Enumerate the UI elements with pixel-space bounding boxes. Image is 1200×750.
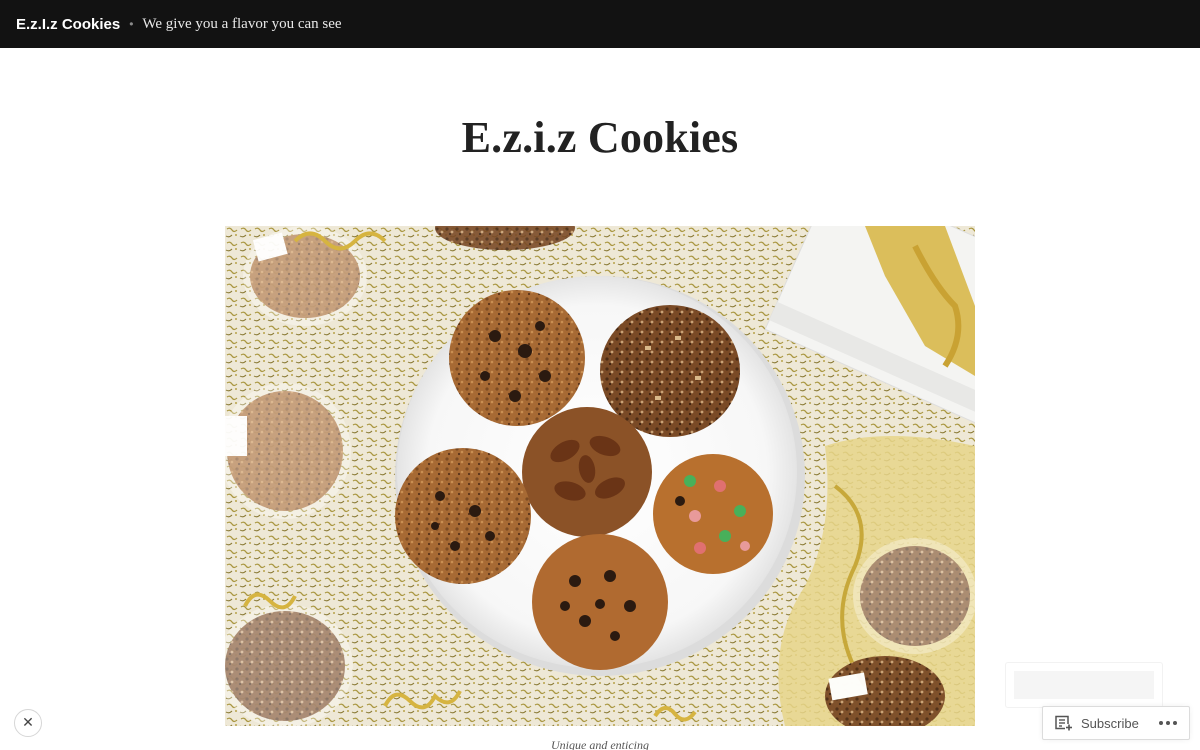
separator-dot: • xyxy=(129,17,134,31)
close-icon: ✕ xyxy=(22,715,34,731)
ghost-banner-button xyxy=(1005,662,1163,708)
top-bar: E.z.I.z Cookies • We give you a flavor y… xyxy=(0,0,1200,48)
image-caption: Unique and enticing xyxy=(551,738,649,750)
subscribe-button[interactable]: Subscribe xyxy=(1043,707,1139,739)
cookies-photo-illustration xyxy=(225,226,975,726)
site-tagline: We give you a flavor you can see xyxy=(142,15,342,32)
subscribe-bar: Subscribe xyxy=(1042,706,1190,740)
more-options-button[interactable] xyxy=(1159,721,1177,725)
hero-image xyxy=(225,226,975,726)
reader-add-icon xyxy=(1055,715,1073,731)
site-name-link[interactable]: E.z.I.z Cookies xyxy=(16,16,120,33)
ellipsis-icon xyxy=(1159,721,1163,725)
subscribe-label: Subscribe xyxy=(1081,715,1139,731)
page-title: E.z.i.z Cookies xyxy=(461,113,739,162)
close-button[interactable]: ✕ xyxy=(14,709,42,737)
